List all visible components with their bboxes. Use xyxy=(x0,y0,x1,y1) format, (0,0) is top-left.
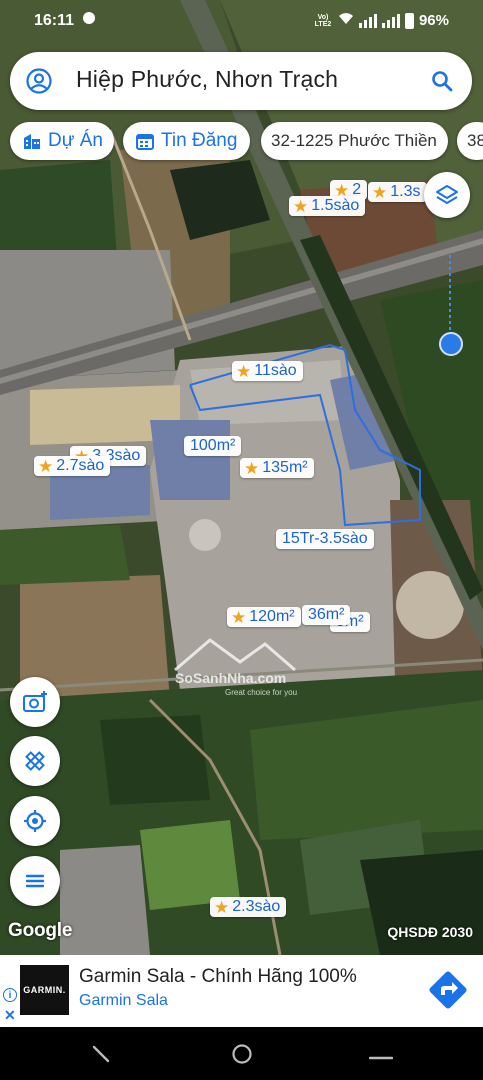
back-icon[interactable] xyxy=(92,1045,110,1063)
menu-button[interactable] xyxy=(10,856,60,906)
building-icon xyxy=(24,134,40,149)
layers-icon xyxy=(436,185,458,204)
status-right: Vo) LTE2 96% xyxy=(313,12,449,29)
star-icon: ★ xyxy=(244,458,260,478)
battery-icon xyxy=(404,12,414,29)
calendar-icon xyxy=(136,134,154,150)
google-logo: Google xyxy=(8,920,73,941)
status-bar: 16:11 Vo) LTE2 96% xyxy=(0,0,483,44)
map-label[interactable]: ★ 1.5sào xyxy=(289,196,366,216)
crosshair-icon xyxy=(24,810,46,832)
layers-button[interactable] xyxy=(424,172,470,218)
chip-label: Tin Đăng xyxy=(161,130,238,151)
star-icon: ★ xyxy=(231,607,247,627)
chip-du-an[interactable]: Dự Án xyxy=(10,122,114,160)
layer-name: QHSDĐ 2030 xyxy=(387,924,473,940)
ad-subtitle[interactable]: Garmin Sala xyxy=(79,992,168,1010)
watermark-name: SoSanhNha.com xyxy=(175,670,287,686)
chip-label: 38 xyxy=(467,131,483,150)
chip-label: Dự Án xyxy=(48,130,103,151)
watermark: SoSanhNha.com Great choice for you xyxy=(165,632,305,702)
map-label[interactable]: ★ 1.3s xyxy=(368,182,427,202)
ruler-icon xyxy=(25,751,45,771)
chip-project[interactable]: 32-1225 Phước Thiền xyxy=(261,122,448,160)
star-icon: ★ xyxy=(372,182,388,202)
search-query[interactable]: Hiệp Phước, Nhơn Trạch xyxy=(76,66,338,93)
my-location-button[interactable] xyxy=(10,796,60,846)
ad-close-icon[interactable]: ✕ xyxy=(4,1007,16,1024)
home-icon[interactable] xyxy=(231,1043,253,1065)
status-time: 16:11 xyxy=(34,12,75,29)
measure-button[interactable] xyxy=(10,736,60,786)
camera-button[interactable] xyxy=(10,677,60,727)
map-label[interactable]: ★ 120m² xyxy=(227,607,301,627)
directions-icon[interactable] xyxy=(427,969,469,1011)
star-icon: ★ xyxy=(214,897,230,917)
map-label[interactable]: 100m² xyxy=(184,436,242,456)
ad-info-icon[interactable]: i xyxy=(3,988,17,1002)
battery-percent: 96% xyxy=(418,12,449,29)
wifi-icon xyxy=(338,12,354,29)
map-label[interactable]: ★ 2.3sào xyxy=(210,897,287,917)
star-icon: ★ xyxy=(38,456,54,476)
map-label[interactable]: ★ 11sào xyxy=(232,361,303,381)
camera-add-icon xyxy=(23,691,47,712)
watermark-house-icon xyxy=(174,638,296,672)
signal-icon xyxy=(381,13,400,28)
map-label[interactable]: ★ 135m² xyxy=(240,458,314,478)
recents-icon[interactable] xyxy=(369,1055,393,1061)
network-type: Vo) LTE2 xyxy=(314,13,332,28)
ad-logo: GARMIN. xyxy=(20,965,69,1015)
star-icon: ★ xyxy=(293,196,309,216)
watermark-tagline: Great choice for you xyxy=(225,688,298,697)
signal-icon xyxy=(358,13,377,28)
search-icon[interactable] xyxy=(430,69,454,93)
account-icon[interactable] xyxy=(26,68,52,94)
current-location-dot xyxy=(439,332,463,356)
map-label[interactable]: ★ 2.7sào xyxy=(34,456,111,476)
star-icon: ★ xyxy=(236,361,252,381)
menu-icon xyxy=(25,874,45,888)
chip-tin-dang[interactable]: Tin Đăng xyxy=(123,122,250,160)
ad-banner[interactable]: i ✕ GARMIN. Garmin Sala - Chính Hãng 100… xyxy=(0,955,483,1027)
system-nav-bar xyxy=(0,1027,483,1080)
map-label[interactable]: 36m² xyxy=(302,605,351,625)
chip-label: 32-1225 Phước Thiền xyxy=(271,131,437,150)
ad-title[interactable]: Garmin Sala - Chính Hãng 100% xyxy=(79,966,357,988)
map-label[interactable]: 15Tr-3.5sào xyxy=(276,529,374,549)
search-bar[interactable]: Hiệp Phước, Nhơn Trạch xyxy=(10,52,472,110)
notification-dot-icon xyxy=(83,12,95,24)
